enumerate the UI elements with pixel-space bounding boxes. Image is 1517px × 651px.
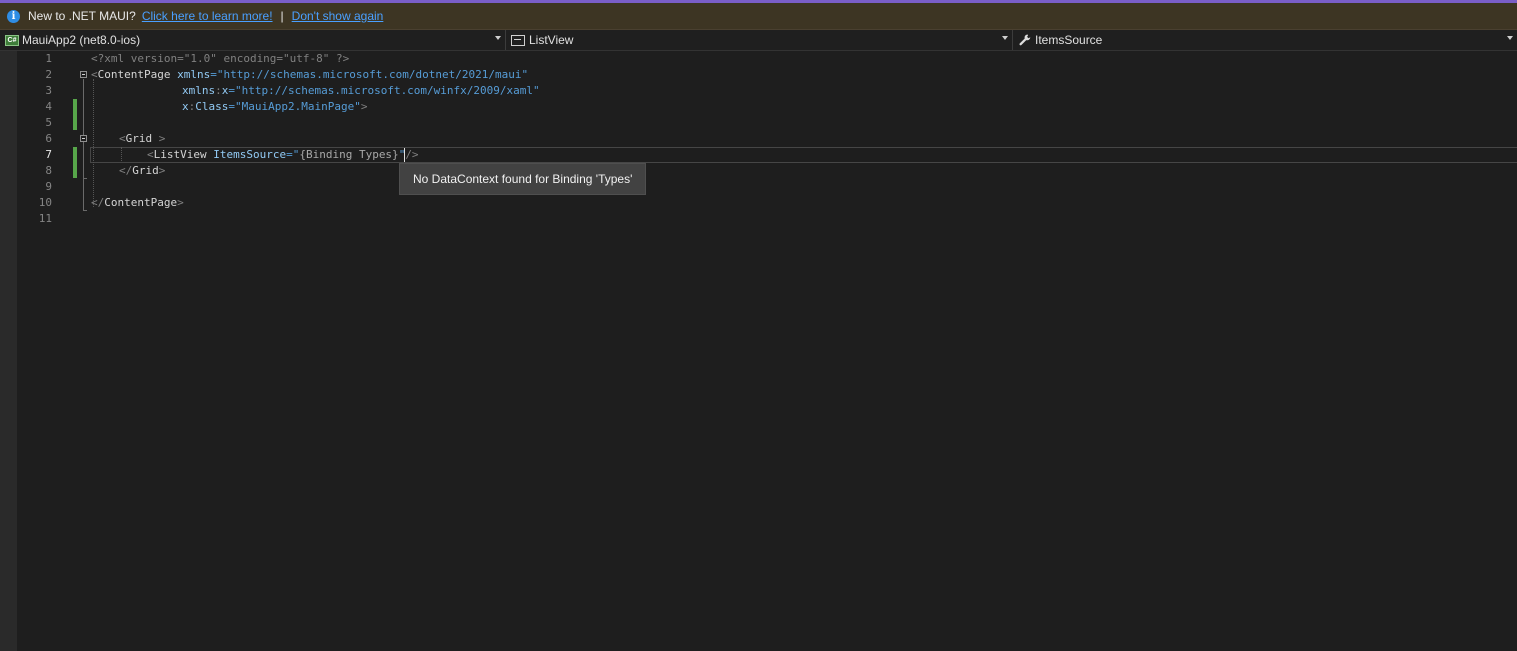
- navigation-bar: C# MauiApp2 (net8.0-ios) ListView ItemsS…: [0, 30, 1517, 51]
- xml-colon: :: [215, 84, 222, 97]
- xml-bracket: </: [119, 164, 133, 177]
- xml-element: ContentPage: [97, 68, 171, 81]
- code-line: 5: [17, 115, 1517, 131]
- wrench-property-icon: [1019, 34, 1031, 46]
- line-number: 5: [45, 116, 52, 129]
- line-number: 6: [45, 132, 52, 145]
- xml-bracket: />: [405, 148, 419, 161]
- dont-show-again-link[interactable]: Don't show again: [292, 9, 384, 23]
- line-number: 11: [38, 212, 52, 225]
- code-editor[interactable]: 1 <?xml version="1.0" encoding="utf-8" ?…: [17, 51, 1517, 651]
- xml-equals: =: [228, 84, 235, 97]
- xml-string: "MauiApp2.MainPage": [235, 100, 361, 113]
- tooltip-text: No DataContext found for Binding 'Types': [413, 172, 633, 186]
- member-dropdown[interactable]: ItemsSource: [1013, 30, 1517, 50]
- code-line: 8 </Grid>: [17, 163, 1517, 179]
- binding-expression: {Binding Types}: [299, 148, 399, 161]
- line-number: 4: [45, 100, 52, 113]
- code-text: </Grid>: [119, 163, 165, 179]
- xml-prefix: x: [182, 100, 189, 113]
- line-number: 7: [45, 148, 52, 161]
- code-line: 1 <?xml version="1.0" encoding="utf-8" ?…: [17, 51, 1517, 67]
- xml-bracket: >: [158, 164, 166, 177]
- code-line: 9: [17, 179, 1517, 195]
- code-text: </ContentPage>: [91, 195, 184, 211]
- code-line: 4 x:Class="MauiApp2.MainPage">: [17, 99, 1517, 115]
- xml-attribute: xmlns: [177, 68, 211, 81]
- xml-prefix: xmlns: [182, 84, 216, 97]
- line-number: 10: [38, 196, 52, 209]
- xml-bracket: <: [147, 148, 154, 161]
- xml-element: Grid: [132, 164, 159, 177]
- code-text: <?xml version="1.0" encoding="utf-8" ?>: [91, 52, 350, 65]
- xml-bracket: <: [119, 132, 126, 145]
- xml-string: "http://schemas.microsoft.com/winfx/2009…: [235, 84, 540, 97]
- xml-equals: =: [228, 100, 235, 113]
- csharp-project-icon: C#: [5, 34, 19, 46]
- xml-string: "http://schemas.microsoft.com/dotnet/202…: [216, 68, 529, 81]
- line-number: 2: [45, 68, 52, 81]
- code-line: 3 xmlns:x="http://schemas.microsoft.com/…: [17, 83, 1517, 99]
- project-dropdown-label: MauiApp2 (net8.0-ios): [22, 33, 141, 47]
- xml-attribute: Class: [195, 100, 229, 113]
- code-text: <Grid >: [119, 131, 165, 147]
- xml-equals: =: [210, 68, 217, 81]
- binding-error-tooltip: No DataContext found for Binding 'Types': [399, 163, 646, 195]
- xml-equals: =: [286, 148, 293, 161]
- xml-element: ListView: [153, 148, 207, 161]
- type-dropdown-label: ListView: [529, 33, 574, 47]
- line-number: 3: [45, 84, 52, 97]
- xml-bracket: >: [177, 196, 184, 209]
- type-dropdown[interactable]: ListView: [506, 30, 1012, 50]
- chevron-down-icon: [495, 36, 501, 40]
- member-dropdown-label: ItemsSource: [1035, 33, 1103, 47]
- line-number: 8: [45, 164, 52, 177]
- xml-element: Grid: [125, 132, 153, 145]
- info-message: New to .NET MAUI?: [28, 9, 136, 23]
- chevron-down-icon: [1507, 36, 1513, 40]
- xml-bracket: >: [360, 100, 368, 113]
- code-line: 2 <ContentPage xmlns="http://schemas.mic…: [17, 67, 1517, 83]
- code-text: <ListView ItemsSource="{Binding Types}"/…: [147, 147, 419, 163]
- listview-type-icon: [511, 34, 525, 46]
- code-text: <ContentPage xmlns="http://schemas.micro…: [91, 67, 528, 83]
- xml-element: ContentPage: [104, 196, 178, 209]
- xml-bracket: </: [91, 196, 105, 209]
- line-number: 1: [45, 52, 52, 65]
- editor-left-margin: [0, 51, 17, 651]
- xml-bracket: >: [152, 132, 166, 145]
- chevron-down-icon: [1002, 36, 1008, 40]
- line-number: 9: [45, 180, 52, 193]
- info-bar: i New to .NET MAUI? Click here to learn …: [0, 3, 1517, 30]
- code-text: x:Class="MauiApp2.MainPage">: [182, 99, 367, 115]
- code-line: 6 <Grid >: [17, 131, 1517, 147]
- code-line: 10 </ContentPage>: [17, 195, 1517, 211]
- code-text: xmlns:x="http://schemas.microsoft.com/wi…: [182, 83, 540, 99]
- project-dropdown[interactable]: C# MauiApp2 (net8.0-ios): [0, 30, 505, 50]
- code-line-active: 7 <ListView ItemsSource="{Binding Types}…: [17, 147, 1517, 163]
- text-caret: [404, 148, 405, 162]
- info-icon: i: [7, 9, 20, 23]
- xml-bracket: <: [91, 68, 98, 81]
- code-line: 11: [17, 211, 1517, 227]
- xml-attribute: ItemsSource: [213, 148, 287, 161]
- info-separator: |: [280, 9, 284, 23]
- learn-more-link[interactable]: Click here to learn more!: [142, 9, 273, 23]
